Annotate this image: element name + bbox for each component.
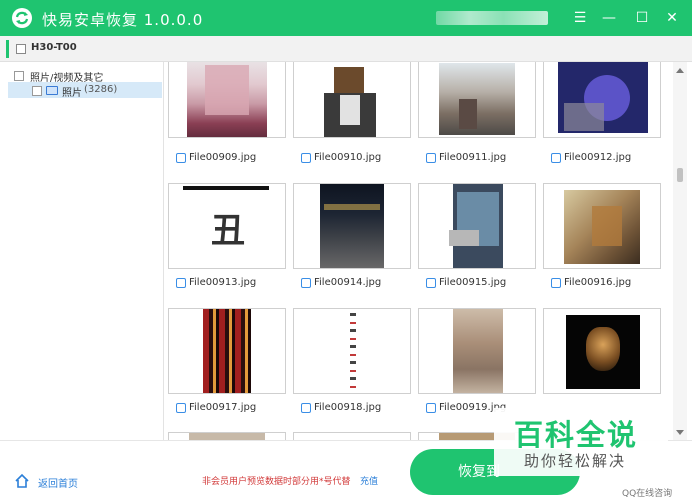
file-name: File00911.jpg <box>439 152 507 163</box>
file-name: File00915.jpg <box>439 277 507 288</box>
thumbnail-file00911[interactable] <box>418 62 536 138</box>
file-name: File00909.jpg <box>189 152 257 163</box>
close-icon[interactable]: ✕ <box>660 6 684 30</box>
scroll-down-icon[interactable] <box>676 430 684 435</box>
minimize-icon[interactable]: — <box>597 6 621 30</box>
device-accent-bar <box>6 40 9 58</box>
recharge-link[interactable]: 充值 <box>360 474 378 487</box>
file-checkbox[interactable] <box>176 153 186 163</box>
back-home-link[interactable]: 返回首页 <box>38 475 78 490</box>
file-checkbox[interactable] <box>301 403 311 413</box>
tree-root-checkbox[interactable] <box>14 71 24 81</box>
thumbnail-file00912[interactable] <box>543 62 661 138</box>
watermark-logo: 百科全说 <box>514 418 639 452</box>
file-name: File00913.jpg <box>189 277 257 288</box>
thumbnail-file00917[interactable] <box>168 308 286 394</box>
thumbnail-file00913[interactable]: 丑 <box>168 183 286 269</box>
thumbnail-unnamed[interactable] <box>543 308 661 394</box>
thumbnail-file00919[interactable] <box>418 308 536 394</box>
account-info-blurred <box>436 11 548 25</box>
watermark-tagline: 助你轻松解决 <box>524 452 627 470</box>
app-title: 快易安卓恢复 1.0.0.0 <box>42 11 204 29</box>
file-checkbox[interactable] <box>301 278 311 288</box>
file-checkbox[interactable] <box>551 153 561 163</box>
photo-grid: File00909.jpg File00910.jpg File00911.jp… <box>165 62 673 440</box>
device-checkbox[interactable] <box>16 44 26 54</box>
thumbnail-file00916[interactable] <box>543 183 661 269</box>
file-checkbox[interactable] <box>176 278 186 288</box>
file-checkbox[interactable] <box>426 403 436 413</box>
category-tree: 照片/视频及其它 照片 (3286) <box>0 62 164 440</box>
file-name: File00916.jpg <box>564 277 632 288</box>
file-name: File00910.jpg <box>314 152 382 163</box>
scroll-up-icon[interactable] <box>676 68 684 73</box>
file-name: File00914.jpg <box>314 277 382 288</box>
device-bar: H30-T00 <box>0 36 692 62</box>
tree-photos-count: (3286) <box>84 84 118 95</box>
file-checkbox[interactable] <box>551 278 561 288</box>
maximize-icon[interactable]: ☐ <box>630 6 654 30</box>
file-checkbox[interactable] <box>426 278 436 288</box>
thumbnail-file00909[interactable] <box>168 62 286 138</box>
qq-consult-link[interactable]: QQ在线咨询 <box>622 486 672 499</box>
thumbnail-file00918[interactable] <box>293 308 411 394</box>
menu-icon[interactable]: ☰ <box>568 6 592 30</box>
device-name: H30-T00 <box>31 42 77 53</box>
file-name: File00918.jpg <box>314 402 382 413</box>
scroll-thumb[interactable] <box>677 168 683 182</box>
photo-icon <box>46 86 58 95</box>
grid-scrollbar[interactable] <box>673 62 687 440</box>
file-name: File00917.jpg <box>189 402 257 413</box>
thumbnail-partial[interactable] <box>293 432 411 440</box>
app-logo-icon <box>12 8 32 28</box>
file-checkbox[interactable] <box>301 153 311 163</box>
tree-photos-checkbox[interactable] <box>32 86 42 96</box>
tree-photos-label[interactable]: 照片 <box>62 84 82 99</box>
home-icon[interactable] <box>14 473 30 489</box>
thumbnail-file00915[interactable] <box>418 183 536 269</box>
file-checkbox[interactable] <box>176 403 186 413</box>
file-name: File00912.jpg <box>564 152 632 163</box>
thumb-character: 丑 <box>211 211 245 251</box>
title-bar: 快易安卓恢复 1.0.0.0 ☰ — ☐ ✕ <box>0 0 692 36</box>
file-checkbox[interactable] <box>426 153 436 163</box>
watermark-overlay: 百科全说 助你轻松解决 <box>494 408 668 476</box>
thumbnail-partial[interactable] <box>168 432 286 440</box>
member-notice: 非会员用户预览数据时部分用*号代替 <box>202 477 351 487</box>
thumbnail-file00914[interactable] <box>293 183 411 269</box>
thumbnail-file00910[interactable] <box>293 62 411 138</box>
